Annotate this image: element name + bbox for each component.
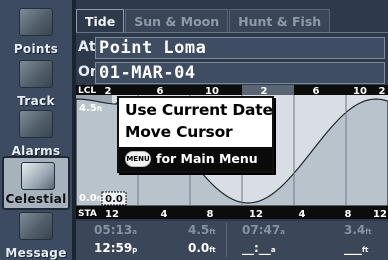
menu-key-icon: MENU <box>125 151 151 167</box>
sidebar-item-points[interactable]: Points <box>2 4 70 58</box>
celestial-icon <box>21 162 55 190</box>
lcl-axis-tag: LCL <box>78 86 96 96</box>
sidebar: Points Track Alarms Celestial Message <box>0 0 72 260</box>
tide-time-2: 12:59p <box>94 241 138 255</box>
tide-readouts: 05:13a 4.5ft 12:59p 0.0ft 07:47a 3.4ft _… <box>76 221 388 260</box>
lcl-tick: 2 <box>105 86 112 97</box>
tide-height-2: 0.0ft <box>188 241 216 255</box>
points-icon <box>19 8 53 36</box>
lcl-axis <box>76 85 388 95</box>
tide-time-3: 07:47a <box>242 223 285 237</box>
message-icon <box>19 212 53 240</box>
tide-height-4: ___ft <box>344 241 369 255</box>
tide-time-1: 05:13a <box>94 223 137 237</box>
options-menu: Use Current Date Move Cursor MENU for Ma… <box>117 96 274 173</box>
sta-tick: 4 <box>161 209 168 219</box>
lcl-axis-highlight <box>242 85 294 95</box>
tab-underline <box>76 32 388 33</box>
sidebar-item-label: Celestial <box>5 192 67 206</box>
sta-tick: 12 <box>373 209 387 219</box>
sidebar-item-label: Message <box>5 246 67 260</box>
menu-item-move-cursor[interactable]: Move Cursor <box>125 123 233 141</box>
menu-item-use-current-date[interactable]: Use Current Date <box>125 101 273 119</box>
sta-tick: 12 <box>105 209 119 219</box>
location-prefix: At <box>78 39 96 55</box>
menu-footer: MENU for Main Menu <box>119 147 272 171</box>
tide-time-4: __:__a <box>242 241 276 255</box>
sta-axis-tag: STA <box>78 209 97 219</box>
date-field[interactable]: 01-MAR-04 <box>95 62 385 84</box>
sta-tick: 4 <box>299 209 306 219</box>
tide-height-3: 3.4ft <box>344 223 372 237</box>
sta-tick: 8 <box>207 209 214 219</box>
sidebar-item-label: Points <box>13 42 59 56</box>
sta-tick: 8 <box>345 209 352 219</box>
location-field[interactable]: Point Loma <box>95 37 385 59</box>
menu-footer-label: for Main Menu <box>156 151 258 166</box>
tab-sun-moon[interactable]: Sun & Moon <box>125 9 229 33</box>
tab-tide[interactable]: Tide <box>76 9 125 33</box>
lcl-tick: 6 <box>313 86 320 97</box>
tab-bar: Tide Sun & Moon Hunt & Fish <box>76 9 331 33</box>
track-icon <box>19 60 53 88</box>
readout-divider <box>226 223 227 257</box>
sidebar-item-message[interactable]: Message <box>2 208 70 260</box>
alarms-icon <box>19 110 53 138</box>
lcl-tick: 2 <box>379 86 386 97</box>
cursor-value: 0.0 <box>105 194 123 205</box>
tide-height-1: 4.5ft <box>188 223 216 237</box>
sta-tick: 12 <box>249 209 263 219</box>
sidebar-item-celestial[interactable]: Celestial <box>2 156 70 210</box>
sidebar-item-alarms[interactable]: Alarms <box>2 106 70 160</box>
sidebar-item-track[interactable]: Track <box>2 56 70 110</box>
tab-hunt-fish[interactable]: Hunt & Fish <box>229 9 331 33</box>
lcl-tick: 10 <box>353 86 367 97</box>
sta-axis <box>76 206 388 219</box>
